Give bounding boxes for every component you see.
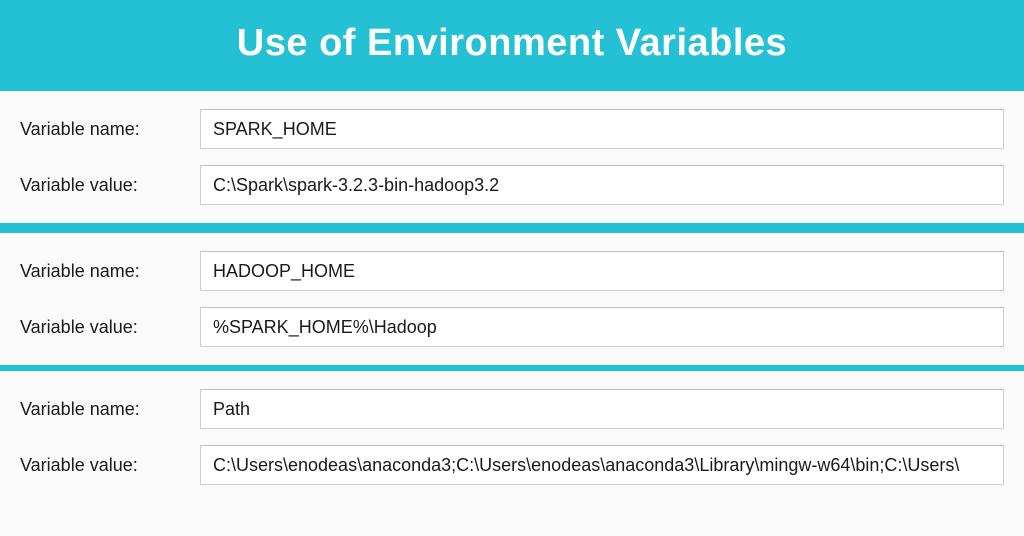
variable-name-input[interactable]: [200, 389, 1004, 429]
variable-name-row: Variable name:: [20, 389, 1004, 429]
variable-value-label: Variable value:: [20, 317, 200, 338]
variable-name-label: Variable name:: [20, 399, 200, 420]
variable-value-input[interactable]: [200, 307, 1004, 347]
variable-name-row: Variable name:: [20, 251, 1004, 291]
variable-value-row: Variable value:: [20, 165, 1004, 205]
variable-value-label: Variable value:: [20, 175, 200, 196]
variable-value-input[interactable]: [200, 165, 1004, 205]
variable-name-input[interactable]: [200, 109, 1004, 149]
variable-name-row: Variable name:: [20, 109, 1004, 149]
variable-value-row: Variable value:: [20, 307, 1004, 347]
env-var-panel-path: Variable name: Variable value:: [0, 371, 1024, 503]
page-title: Use of Environment Variables: [0, 0, 1024, 91]
variable-value-row: Variable value:: [20, 445, 1004, 485]
variable-value-label: Variable value:: [20, 455, 200, 476]
variable-name-label: Variable name:: [20, 119, 200, 140]
env-var-panel-hadoop-home: Variable name: Variable value:: [0, 233, 1024, 365]
variable-name-input[interactable]: [200, 251, 1004, 291]
env-var-panel-spark-home: Variable name: Variable value:: [0, 91, 1024, 223]
variable-name-label: Variable name:: [20, 261, 200, 282]
divider: [0, 223, 1024, 233]
variable-value-input[interactable]: [200, 445, 1004, 485]
